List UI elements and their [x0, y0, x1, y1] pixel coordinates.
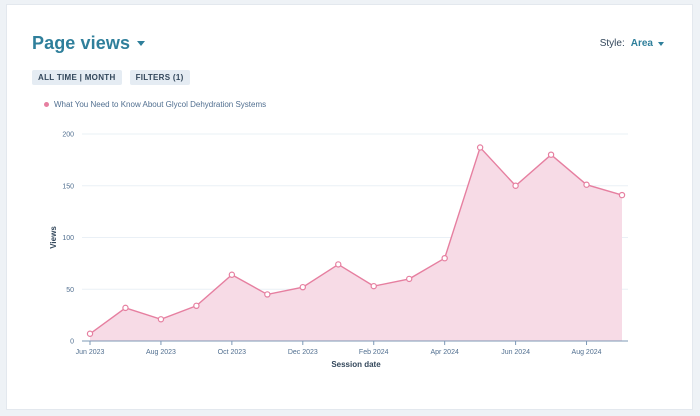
- y-axis-ticks: 0 50 100 150 200: [62, 132, 74, 346]
- data-point[interactable]: [86, 330, 94, 337]
- data-point[interactable]: [406, 275, 413, 283]
- data-point[interactable]: [193, 302, 200, 310]
- area-chart: 0 50 100 150 200 Jun 2023 Aug 2023 Oct 2023 Dec…: [49, 132, 628, 369]
- data-point[interactable]: [441, 255, 448, 262]
- x-tick-label: Dec 2023: [288, 349, 318, 356]
- data-point[interactable]: [299, 283, 306, 291]
- x-tick-label: Apr 2024: [430, 349, 459, 356]
- x-axis-title: Session date: [331, 360, 381, 369]
- data-point[interactable]: [583, 181, 590, 188]
- data-point[interactable]: [547, 151, 555, 158]
- data-point[interactable]: [122, 304, 129, 312]
- x-tick-label: Feb 2024: [359, 349, 389, 356]
- x-tick-label: Jun 2024: [501, 349, 530, 356]
- y-axis-title: Views: [49, 226, 58, 249]
- data-point[interactable]: [228, 271, 236, 278]
- data-point[interactable]: [618, 191, 626, 199]
- y-tick-label: 200: [62, 132, 74, 139]
- x-tick-label: Oct 2023: [218, 349, 247, 356]
- y-tick-label: 0: [70, 339, 74, 346]
- y-tick-label: 150: [62, 183, 74, 190]
- x-tick-label: Aug 2024: [572, 349, 602, 356]
- x-axis-ticks: Jun 2023 Aug 2023 Oct 2023 Dec 2023 Feb 2024…: [76, 341, 602, 356]
- x-tick-label: Jun 2023: [76, 349, 105, 356]
- data-point[interactable]: [264, 291, 271, 298]
- y-tick-label: 50: [66, 287, 74, 294]
- x-tick-label: Aug 2023: [146, 349, 176, 356]
- data-point[interactable]: [370, 282, 377, 290]
- data-point[interactable]: [512, 182, 519, 189]
- data-point[interactable]: [157, 316, 165, 323]
- data-point[interactable]: [476, 144, 484, 151]
- data-point[interactable]: [335, 261, 342, 268]
- y-tick-label: 100: [62, 235, 74, 242]
- area-fill: [90, 147, 622, 341]
